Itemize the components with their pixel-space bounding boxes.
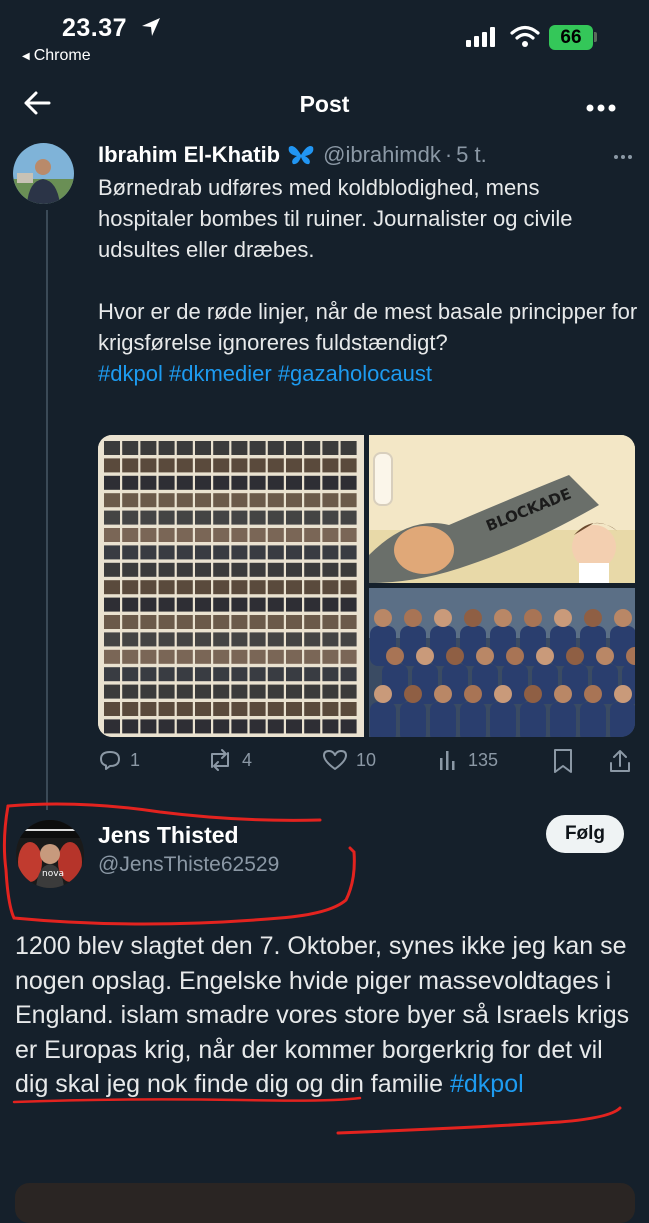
butterfly-icon <box>288 145 314 165</box>
media-image-illustration[interactable]: BLOCKADE <box>369 435 635 583</box>
views-icon <box>440 751 455 770</box>
repost-count: 4 <box>242 749 253 770</box>
reply-button[interactable]: 1 <box>98 748 140 772</box>
tweet-more-icon[interactable] <box>613 147 633 165</box>
reply-author-handle[interactable]: @JensThiste62529 <box>98 853 279 877</box>
follow-label: Følg <box>564 823 606 844</box>
tweet-actions: 1 4 10 135 <box>98 748 638 778</box>
author-handle[interactable]: @ibrahimdk <box>323 142 441 168</box>
reply-author-name[interactable]: Jens Thisted <box>98 822 239 849</box>
back-to-app-link[interactable]: ◀ Chrome <box>22 47 91 65</box>
annotation-top-stroke <box>6 802 322 822</box>
share-button[interactable] <box>608 748 632 774</box>
follow-button[interactable]: Følg <box>546 815 624 853</box>
reply-count: 1 <box>130 749 141 770</box>
bookmark-button[interactable] <box>552 748 574 774</box>
thread-connector <box>46 210 48 810</box>
battery-tip <box>594 32 597 42</box>
hashtag-link[interactable]: #dkmedier <box>169 361 272 386</box>
author-name[interactable]: Ibrahim El-Khatib <box>98 142 280 168</box>
hashtag-link[interactable]: #dkpol <box>450 1070 524 1098</box>
bookmark-icon <box>554 749 572 773</box>
media-grid: BLOCKADE <box>98 435 635 737</box>
hashtag-link[interactable]: #gazaholocaust <box>278 361 432 386</box>
repost-icon <box>211 749 229 771</box>
battery-level: 66 <box>560 26 582 48</box>
like-count: 10 <box>356 749 377 770</box>
hashtag-link[interactable]: #dkpol <box>98 361 163 386</box>
views-count: 135 <box>468 749 499 770</box>
media-image-portrait-grid[interactable] <box>98 435 364 737</box>
location-arrow-icon <box>140 16 162 43</box>
hashtag-line: #dkpol #dkmedier #gazaholocaust <box>98 358 638 389</box>
back-triangle-icon: ◀ <box>22 50 30 62</box>
heart-icon <box>323 750 347 770</box>
separator-dot: · <box>444 142 453 167</box>
avatar[interactable] <box>13 143 74 204</box>
reply-body: 1200 blev slagtet den 7. Oktober, synes … <box>15 932 630 1098</box>
media-image-journalists[interactable] <box>369 588 635 737</box>
tweet-paragraph: Børnedrab udføres med koldblodighed, men… <box>98 175 573 262</box>
status-time: 23.37 <box>62 14 128 42</box>
back-app-label: Chrome <box>33 47 91 64</box>
tweet-text: Børnedrab udføres med koldblodighed, men… <box>98 172 638 389</box>
share-icon <box>610 750 630 772</box>
cellular-signal-icon <box>466 27 496 52</box>
more-options-icon[interactable] <box>586 100 616 118</box>
tweet-header: Ibrahim El-Khatib @ibrahimdk · 5 t. <box>98 142 487 168</box>
avatar[interactable]: nova <box>16 820 84 888</box>
page-title: Post <box>299 91 350 117</box>
views-button[interactable]: 135 <box>438 748 498 772</box>
like-button[interactable]: 10 <box>322 748 376 772</box>
reply-text: 1200 blev slagtet den 7. Oktober, synes … <box>15 929 635 1102</box>
wifi-icon <box>510 24 540 53</box>
avatar-caption: nova <box>42 869 64 879</box>
reply-icon <box>100 751 120 770</box>
battery-indicator: 66 <box>549 25 593 50</box>
next-post-preview[interactable] <box>15 1183 635 1223</box>
annotation-underline-2 <box>336 1106 622 1135</box>
post-time[interactable]: 5 t. <box>456 142 487 168</box>
tweet-paragraph: Hvor er de røde linjer, når de mest basa… <box>98 299 638 355</box>
repost-button[interactable]: 4 <box>206 748 252 772</box>
